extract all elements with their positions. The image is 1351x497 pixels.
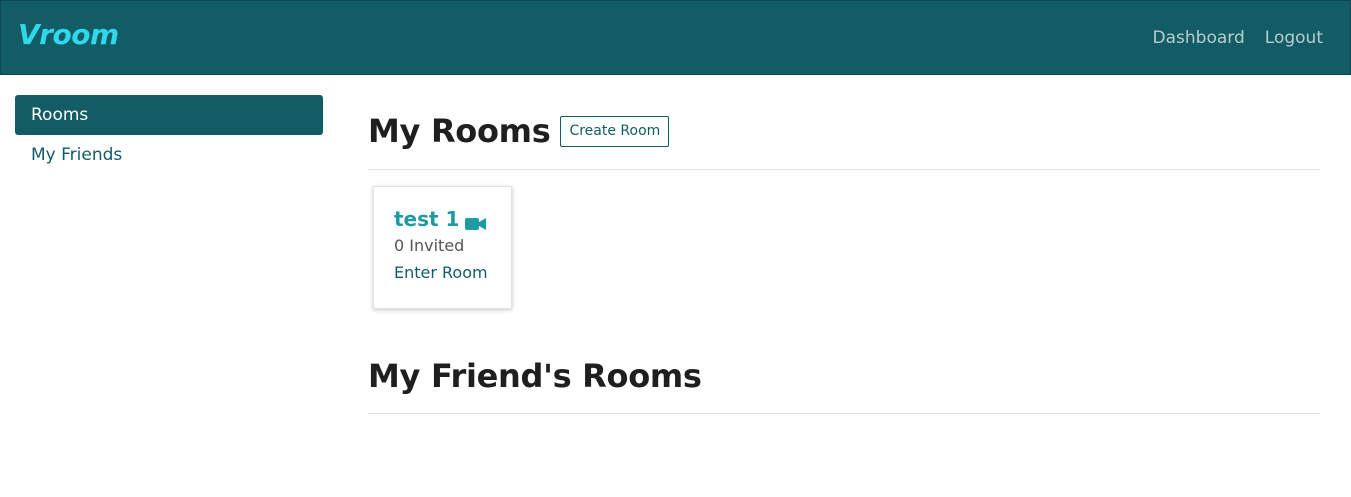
brand-logo[interactable]: Vroom: [18, 18, 119, 51]
my-rooms-title: My Rooms: [368, 112, 551, 150]
top-navbar: Vroom Dashboard Logout: [0, 0, 1351, 75]
divider: [368, 413, 1320, 414]
room-card: test 1 0 Invited Enter Room: [373, 186, 512, 309]
room-name[interactable]: test 1: [394, 207, 459, 231]
nav-link-logout[interactable]: Logout: [1265, 28, 1323, 48]
create-room-button[interactable]: Create Room: [560, 115, 670, 147]
video-camera-icon: [465, 212, 487, 230]
sidebar: Rooms My Friends: [15, 95, 323, 175]
friends-rooms-header: My Friend's Rooms: [368, 357, 1320, 395]
enter-room-link[interactable]: Enter Room: [394, 263, 511, 282]
my-rooms-header: My Rooms Create Room: [368, 112, 1320, 150]
sidebar-item-rooms[interactable]: Rooms: [15, 95, 323, 135]
room-invited-count: 0 Invited: [394, 236, 465, 255]
room-title-row[interactable]: test 1: [394, 207, 511, 231]
friends-rooms-title: My Friend's Rooms: [368, 357, 702, 395]
nav-links: Dashboard Logout: [1153, 28, 1323, 48]
nav-link-dashboard[interactable]: Dashboard: [1153, 28, 1245, 48]
sidebar-item-my-friends[interactable]: My Friends: [15, 135, 323, 175]
divider: [368, 169, 1320, 170]
